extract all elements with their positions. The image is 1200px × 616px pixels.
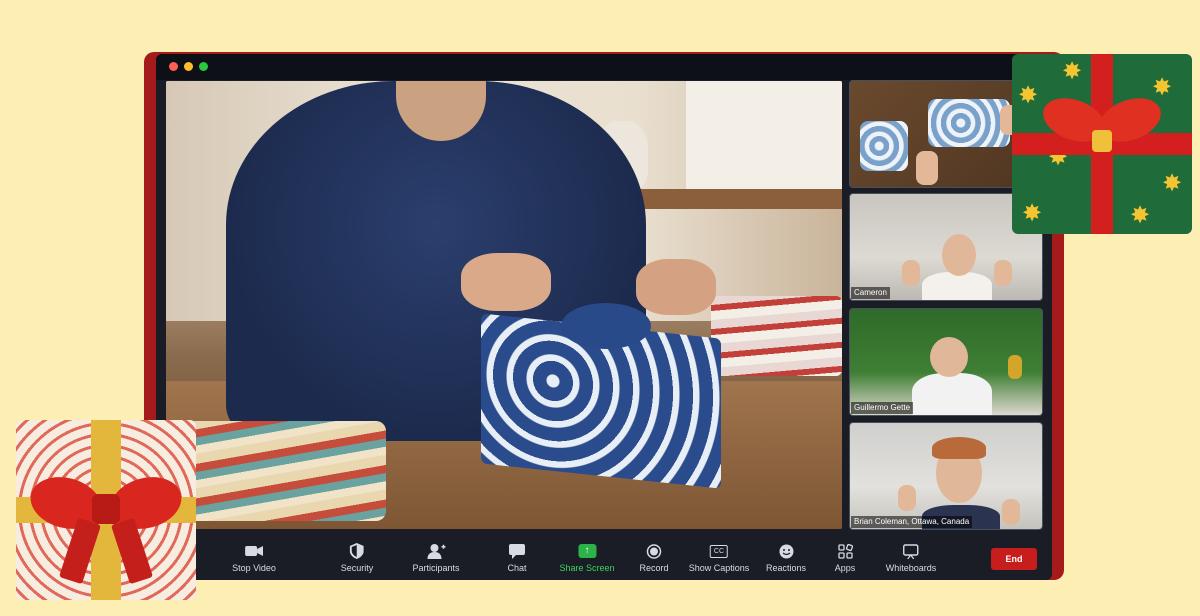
participants-button[interactable]: Participants [412,543,460,573]
share-screen-icon: ↑ [576,543,598,559]
star-icon: ✸ [1152,74,1173,101]
meeting-toolbar: Stop Video Security Participants Chat ↑ … [156,537,1052,580]
video-window-light [686,81,842,191]
video-hand-right [636,259,716,315]
shield-icon [346,543,368,559]
participant-body [922,272,992,300]
whiteboard-icon [900,543,922,559]
whiteboards-label: Whiteboards [885,563,937,573]
video-cloth-knot [561,303,651,349]
thumbs-up-hand [902,260,920,286]
participant-name-label: Brian Coleman, Ottawa, Canada [851,516,973,528]
reactions-label: Reactions [765,563,807,573]
minimize-window-button[interactable] [184,62,193,71]
record-label: Record [639,563,669,573]
participant-name-label: Guillermo Gette [851,402,914,414]
star-icon: ✸ [1062,58,1083,85]
apps-label: Apps [834,563,856,573]
thumbs-up-hand [994,260,1012,286]
add-person-icon [425,543,447,559]
participants-label: Participants [412,563,460,573]
share-screen-label: Share Screen [559,563,615,573]
video-hand-left [461,253,551,311]
participant-face [930,337,968,377]
security-button[interactable]: Security [340,543,374,573]
apps-icon [834,543,856,559]
participant-face [942,234,976,276]
participant-body [912,373,992,415]
star-icon: ✸ [1022,200,1043,227]
meeting-window: Cameron Guillermo Gette Brian Coleman, O… [156,54,1052,580]
participant-tile[interactable]: Guillermo Gette [849,308,1043,416]
video-folded-cloths-left [186,421,386,521]
show-captions-label: Show Captions [688,563,750,573]
active-speaker-video[interactable] [166,81,842,529]
video-wrapped-gift [928,99,1010,147]
reactions-button[interactable]: Reactions [766,543,806,573]
thumbs-up-hand [898,485,916,511]
captions-icon: CC [708,543,730,559]
show-captions-button[interactable]: CC Show Captions [688,543,750,573]
record-icon [643,543,665,559]
star-icon: ✸ [1018,82,1039,109]
end-meeting-button[interactable]: End [991,548,1037,570]
whiteboards-button[interactable]: Whiteboards [885,543,937,573]
chat-button[interactable]: Chat [506,543,528,573]
security-label: Security [340,563,374,573]
video-camera-icon [243,543,265,559]
video-folded-cloths-right [711,296,842,376]
bow-knot [1092,130,1112,152]
share-screen-button[interactable]: ↑ Share Screen [559,543,615,573]
video-hand [916,151,938,185]
green-gift-box-decoration: ✸ ✸ ✸ ✸ ✸ ✸ ✸ [1012,54,1192,234]
chat-bubble-icon [506,543,528,559]
star-icon: ✸ [1162,170,1183,197]
bow-knot [92,494,120,524]
trophy [1008,355,1022,379]
record-button[interactable]: Record [639,543,669,573]
video-wrapped-gift [860,121,908,171]
star-icon: ✸ [1130,202,1151,229]
close-window-button[interactable] [169,62,178,71]
participant-hair [932,437,986,459]
participant-name-label: Cameron [851,287,890,299]
title-bar [156,54,1052,80]
smiley-icon [775,543,797,559]
video-shelf [636,189,842,209]
stop-video-button[interactable]: Stop Video [232,543,276,573]
participant-tile[interactable]: Brian Coleman, Ottawa, Canada [849,422,1043,530]
stop-video-label: Stop Video [232,563,276,573]
apps-button[interactable]: Apps [834,543,856,573]
chat-label: Chat [507,563,527,573]
maximize-window-button[interactable] [199,62,208,71]
thumbs-up-hand [1002,499,1020,525]
cream-gift-box-decoration [16,420,196,600]
